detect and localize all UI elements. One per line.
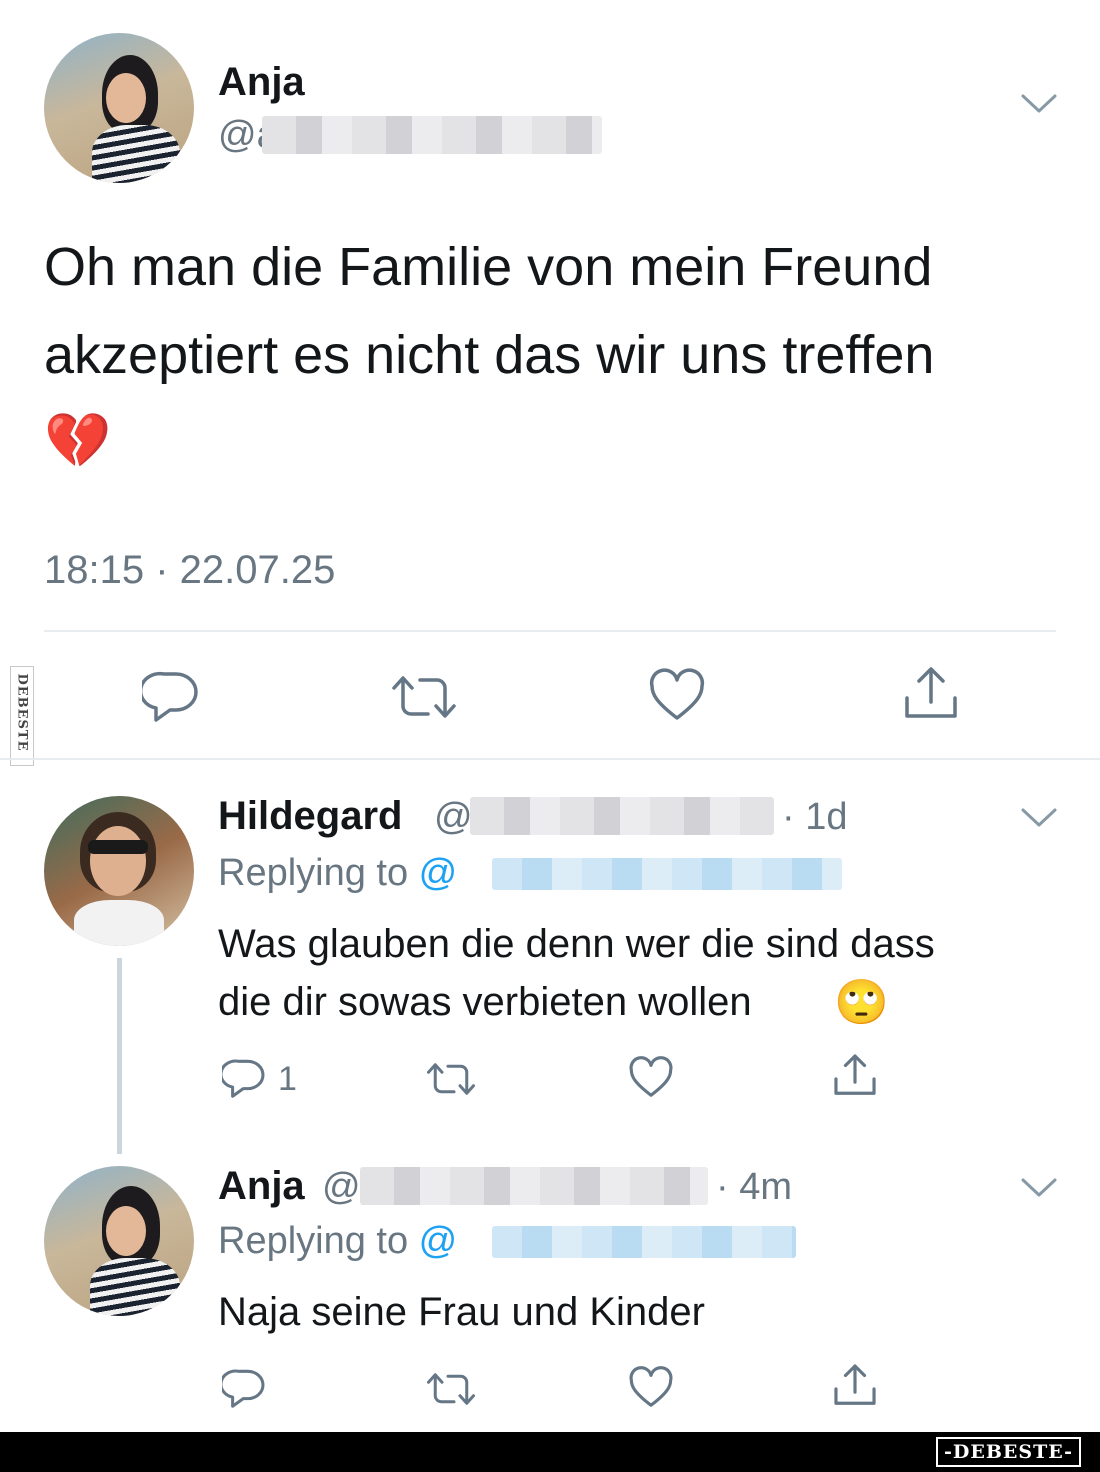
reply2-text: Naja seine Frau und Kinder (218, 1290, 705, 1334)
reply1-replying-handle-redacted (492, 858, 842, 890)
reply1-avatar[interactable] (44, 796, 194, 946)
reply2-author-name[interactable]: Anja (218, 1164, 305, 1209)
side-watermark-text: DEBESTE (14, 673, 30, 752)
chevron-down-icon[interactable] (1020, 1176, 1058, 1200)
share-icon[interactable] (832, 1362, 878, 1408)
share-icon[interactable] (902, 664, 960, 722)
reply1-text-line2: die dir sowas verbieten wollen (218, 980, 752, 1024)
replying-to-label: Replying to (218, 1220, 419, 1262)
chevron-down-icon[interactable] (1020, 92, 1058, 116)
side-watermark: DEBESTE (10, 666, 34, 766)
reply1-handle-redacted (470, 797, 774, 835)
section-divider (0, 758, 1100, 760)
reply1-replying-to: Replying to @ (218, 852, 457, 895)
main-handle-redacted (262, 116, 602, 154)
reply2-handle[interactable]: @ (322, 1166, 361, 1209)
footer-logo: -DEBESTE- (936, 1437, 1081, 1467)
reply-icon[interactable] (222, 1056, 266, 1100)
reply-count: 1 (278, 1060, 297, 1098)
footer-logo-text: -DEBESTE- (944, 1441, 1073, 1463)
reply2-handle-redacted (360, 1167, 708, 1205)
reply1-text-line1: Was glauben die denn wer die sind dass (218, 922, 935, 966)
replying-to-label: Replying to (218, 852, 419, 894)
broken-heart-emoji: 💔 (44, 411, 112, 471)
footer-bar (0, 1432, 1100, 1472)
main-timestamp[interactable]: 18:15 · 22.07.25 (44, 548, 335, 593)
eye-roll-emoji: 🙄 (834, 978, 889, 1027)
retweet-icon[interactable] (424, 1368, 478, 1410)
like-icon[interactable] (648, 668, 706, 724)
chevron-down-icon[interactable] (1020, 806, 1058, 830)
like-icon[interactable] (628, 1366, 674, 1410)
reply2-replying-handle-redacted (492, 1226, 796, 1258)
thread-line (117, 958, 122, 1154)
reply1-author-name[interactable]: Hildegard (218, 794, 402, 839)
like-icon[interactable] (628, 1056, 674, 1100)
reply2-avatar[interactable] (44, 1166, 194, 1316)
replying-to-handle[interactable]: @ (419, 1220, 458, 1262)
reply1-age[interactable]: · 1d (782, 796, 847, 839)
reply-icon[interactable] (142, 668, 200, 724)
reply1-handle[interactable]: @ (434, 796, 473, 839)
divider (44, 630, 1056, 632)
main-avatar[interactable] (44, 33, 194, 183)
share-icon[interactable] (832, 1052, 878, 1098)
main-tweet-text-line1: Oh man die Familie von mein Freund (44, 237, 933, 297)
reply2-age[interactable]: · 4m (716, 1166, 792, 1209)
replying-to-handle[interactable]: @ (419, 852, 458, 894)
main-author-name[interactable]: Anja (218, 60, 305, 105)
retweet-icon[interactable] (388, 670, 460, 724)
retweet-icon[interactable] (424, 1058, 478, 1100)
reply-icon[interactable] (222, 1366, 266, 1410)
reply2-replying-to: Replying to @ (218, 1220, 457, 1263)
main-tweet-text-line2: akzeptiert es nicht das wir uns treffen (44, 325, 935, 385)
